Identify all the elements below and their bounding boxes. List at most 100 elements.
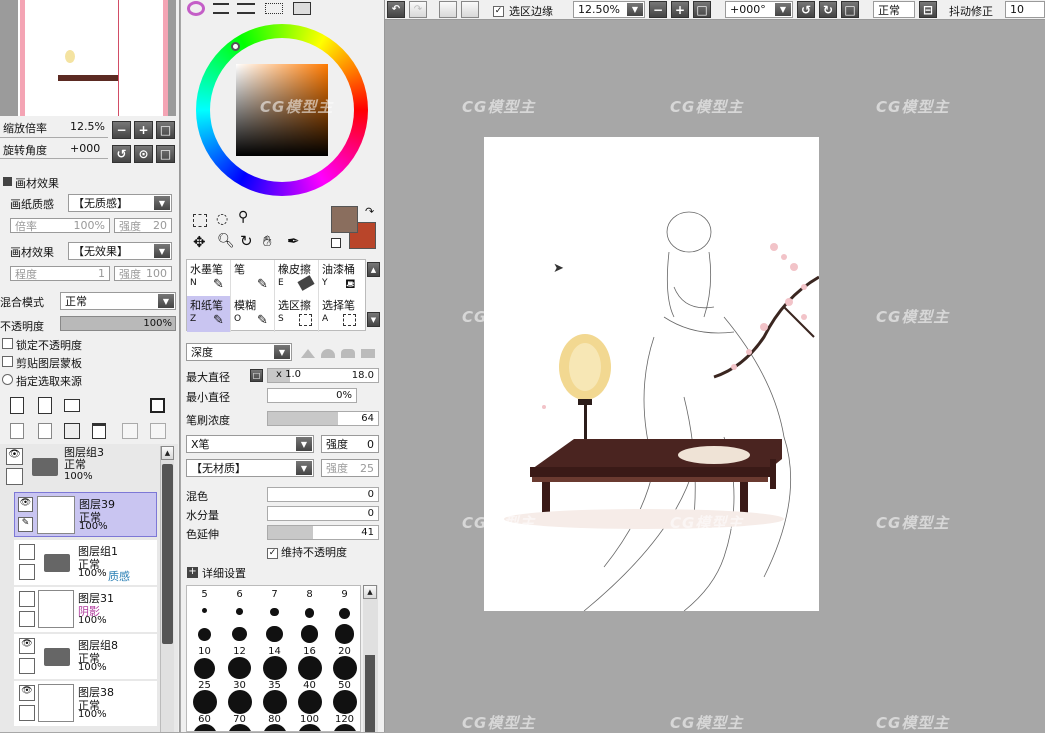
rect-select-icon[interactable] (193, 214, 207, 227)
zoom-select[interactable]: 12.50% ▼ (573, 1, 645, 18)
new-linework-layer-icon[interactable] (38, 397, 52, 414)
rotate-ccw-button[interactable]: ↺ (797, 1, 815, 18)
visibility-eye-icon[interactable]: 👁 (6, 448, 23, 465)
tool-blur[interactable]: 模糊 O ✎ (231, 296, 275, 332)
layer-row[interactable]: 👁 图层组8 正常 100% (14, 634, 157, 679)
scratchpad-tab-icon[interactable] (293, 2, 311, 15)
zoom-in-button[interactable]: + (134, 121, 153, 139)
brush-tip-shapes[interactable] (299, 346, 377, 358)
toolbar-zoom-reset-button[interactable]: □ (693, 1, 711, 18)
transfer-down-icon[interactable] (10, 423, 24, 439)
new-layer-icon[interactable] (10, 397, 24, 414)
magic-wand-icon[interactable]: ⚲ (238, 209, 248, 225)
visibility-eye-icon[interactable]: 👁 (18, 497, 33, 512)
lock-opacity-checkbox[interactable] (2, 338, 13, 352)
brush-size-dot[interactable] (262, 656, 287, 680)
lock-toggle[interactable] (19, 658, 35, 674)
lock-toggle[interactable] (19, 611, 35, 627)
new-folder-icon[interactable] (64, 399, 80, 412)
lock-toggle[interactable] (19, 705, 35, 721)
rotate-reset-toolbar-button[interactable]: □ (841, 1, 859, 18)
tool-washi-pen[interactable]: 和纸笔 Z ✎ (187, 296, 231, 332)
layer-row[interactable]: 图层31 阴影 100% (14, 587, 157, 632)
min-size-slider[interactable]: 0% (267, 388, 357, 403)
layer-list-scrollbar[interactable]: ▲ (160, 446, 174, 732)
zoom-value[interactable]: 12.5% (70, 120, 105, 133)
brush-size-dot[interactable] (266, 625, 283, 643)
brush-size-dot[interactable] (297, 690, 322, 714)
stabilizer-select[interactable]: 10 (1005, 1, 1045, 18)
tool-bucket[interactable]: 油漆桶 Y ⛾ (319, 260, 363, 296)
lock-toggle[interactable] (19, 564, 35, 580)
brush-size-dot[interactable] (228, 656, 251, 680)
rotate-left-button[interactable]: ↺ (112, 145, 131, 163)
brush-size-dot[interactable] (227, 724, 252, 731)
scrollbar-thumb[interactable] (162, 464, 173, 644)
visibility-toggle[interactable] (19, 544, 35, 560)
opacity-slider[interactable]: 100% (60, 316, 176, 331)
rgb-sliders-tab-icon[interactable] (213, 3, 229, 14)
zoom-icon[interactable]: 🔍︎ (217, 233, 235, 249)
paper-texture-select[interactable]: 【无质感】 ▼ (68, 194, 172, 212)
selection-source-checkbox[interactable] (2, 374, 13, 388)
swatches-tab-icon[interactable] (265, 3, 283, 14)
brush-size-dot[interactable] (332, 690, 357, 714)
water-slider[interactable]: 0 (267, 506, 379, 521)
tool-ink-pen[interactable]: 水墨笔 N ✎ (187, 260, 231, 296)
brush-size-dot[interactable] (192, 724, 217, 731)
brush-size-dot[interactable] (262, 690, 287, 714)
layer-row[interactable]: 👁 图层38 正常 100% (14, 681, 157, 726)
brush-size-dot[interactable] (304, 608, 315, 618)
tool-pen[interactable]: 笔 ✎ (231, 260, 275, 296)
zoom-out-button[interactable]: − (112, 121, 131, 139)
brush-size-dot[interactable] (297, 724, 322, 731)
color-wheel-tab-icon[interactable] (187, 1, 205, 16)
eyedropper-icon[interactable]: ✒ (287, 232, 300, 250)
invert-selection-button[interactable] (461, 1, 479, 18)
tool-select-eraser[interactable]: 选区擦 S (275, 296, 319, 332)
brush-size-dot[interactable] (194, 657, 215, 679)
transparent-color-icon[interactable] (331, 238, 341, 248)
brush-size-dot[interactable] (227, 690, 252, 714)
tool-select-pen[interactable]: 选择笔 A (319, 296, 363, 332)
scrollbar-thumb[interactable] (365, 655, 375, 732)
clear-layer-icon[interactable] (64, 423, 80, 439)
max-size-slider[interactable]: x 1.0 18.0 (267, 368, 379, 383)
scroll-up-button[interactable]: ▲ (161, 446, 174, 460)
deselect-button[interactable] (439, 1, 457, 18)
visibility-eye-icon[interactable]: 👁 (19, 685, 35, 701)
canvas-area[interactable]: ➤ (385, 21, 1045, 732)
brush-size-dot[interactable] (232, 626, 247, 642)
brush-type-select[interactable]: X笔 ▼ (186, 435, 314, 453)
rotate-cw-button[interactable]: ↻ (819, 1, 837, 18)
brush-size-dot[interactable] (236, 608, 243, 615)
merge-down-icon[interactable] (38, 423, 52, 439)
brush-size-dot[interactable] (262, 724, 287, 731)
tool-scroll-down[interactable]: ▼ (367, 312, 380, 327)
hand-icon[interactable]: ✋︎ (263, 232, 272, 250)
brush-shape-select[interactable]: 深度 ▼ (186, 343, 292, 361)
paper-strength-field[interactable]: 强度 20 (114, 218, 172, 233)
trash-icon[interactable] (92, 423, 106, 439)
hsv-sliders-tab-icon[interactable] (237, 3, 255, 14)
toolbar-zoom-out-button[interactable]: − (649, 1, 667, 18)
clip-group-checkbox[interactable] (2, 356, 13, 370)
brush-size-dot[interactable] (332, 656, 357, 680)
merge-visible-icon[interactable] (122, 423, 138, 439)
redo-button[interactable]: ↷ (409, 1, 427, 18)
toolbar-zoom-in-button[interactable]: + (671, 1, 689, 18)
rotate-reset-button[interactable]: □ (156, 145, 175, 163)
brush-size-dot[interactable] (270, 608, 279, 617)
texture-header-icon[interactable] (3, 177, 12, 186)
lock-toggle[interactable] (6, 468, 23, 485)
paper-scale-field[interactable]: 倍率 100% (10, 218, 110, 233)
brush-size-dot[interactable] (332, 724, 357, 731)
brush-size-dot[interactable] (334, 624, 355, 644)
size-mode-button[interactable]: □ (250, 369, 263, 382)
visibility-toggle[interactable] (19, 591, 35, 607)
brush-size-dot[interactable] (338, 608, 351, 620)
layer-mask-icon[interactable] (150, 398, 165, 413)
visibility-eye-icon[interactable]: 👁 (19, 638, 35, 654)
flatten-icon[interactable] (150, 423, 166, 439)
persistence-slider[interactable]: 41 (267, 525, 379, 540)
